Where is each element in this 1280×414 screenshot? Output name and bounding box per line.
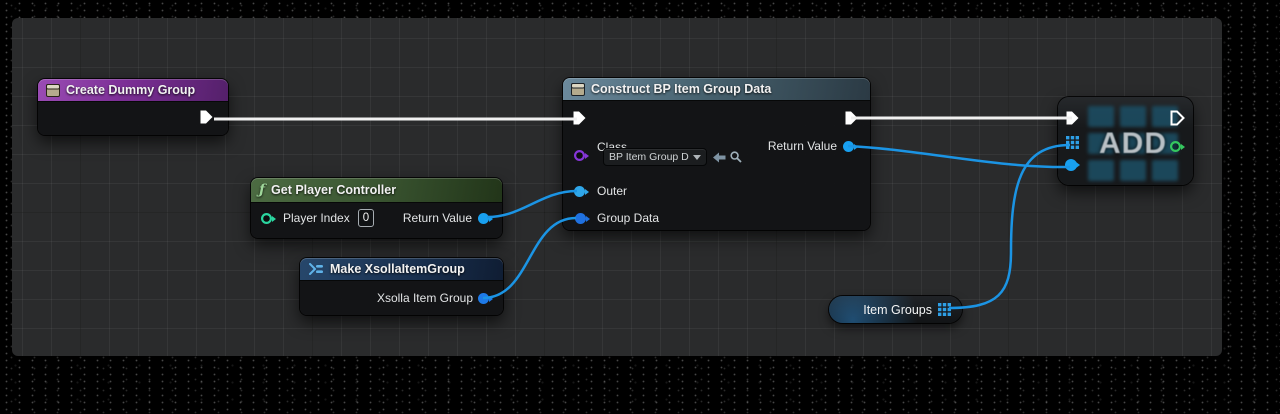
exec-in-pin[interactable]: [572, 110, 587, 126]
use-selected-arrow-icon[interactable]: [713, 152, 726, 163]
node-create-dummy-group[interactable]: Create Dummy Group: [38, 79, 228, 135]
index-out-pin[interactable]: [1170, 141, 1181, 152]
node-get-player-controller[interactable]: ƒ Get Player Controller Player Index 0 R…: [251, 178, 502, 238]
browse-magnifier-icon[interactable]: [730, 151, 742, 163]
node-title: Make XsollaItemGroup: [330, 262, 465, 276]
group-data-pin-label: Group Data: [597, 211, 659, 225]
node-header: Create Dummy Group: [38, 79, 228, 101]
group-data-pin[interactable]: [575, 213, 586, 224]
class-select-value: BP Item Group Data: [609, 151, 689, 163]
target-array-pin[interactable]: [1066, 136, 1079, 149]
exec-out-pin[interactable]: [1170, 110, 1185, 126]
xsolla-item-group-pin[interactable]: [478, 293, 489, 304]
dropdown-caret-icon: [693, 155, 701, 160]
function-icon: ƒ: [259, 182, 265, 198]
crate-icon: [571, 83, 585, 96]
player-index-label: Player Index: [283, 211, 350, 225]
player-index-pin[interactable]: [261, 213, 272, 224]
return-value-label: Return Value: [768, 139, 837, 153]
node-construct-bp-item-group-data[interactable]: Construct BP Item Group Data Class BP It…: [563, 78, 870, 230]
node-header: Make XsollaItemGroup: [300, 258, 503, 280]
exec-in-pin[interactable]: [1065, 110, 1080, 126]
make-struct-icon: [308, 263, 324, 275]
outer-pin-label: Outer: [597, 184, 627, 198]
item-groups-label: Item Groups: [863, 303, 932, 317]
return-value-pin[interactable]: [478, 213, 489, 224]
blueprint-graph-screenshot: { "graph": { "grid_bg": "#2a2b2c", "mino…: [0, 0, 1280, 414]
node-make-xsolla-item-group[interactable]: Make XsollaItemGroup Xsolla Item Group: [300, 258, 503, 315]
node-header: Construct BP Item Group Data: [563, 78, 870, 100]
node-array-add[interactable]: ADD: [1058, 97, 1193, 185]
node-title: Create Dummy Group: [66, 83, 195, 97]
add-node-title: ADD: [1088, 106, 1178, 181]
exec-out-pin[interactable]: [199, 109, 214, 125]
item-groups-array-pin[interactable]: [938, 303, 951, 316]
player-index-input[interactable]: 0: [358, 209, 374, 227]
class-pin[interactable]: [574, 150, 585, 161]
node-header: ƒ Get Player Controller: [251, 178, 502, 202]
exec-out-pin[interactable]: [844, 110, 859, 126]
node-title: Get Player Controller: [271, 183, 396, 197]
return-value-pin[interactable]: [843, 141, 854, 152]
xsolla-item-group-label: Xsolla Item Group: [377, 291, 473, 305]
crate-icon: [46, 84, 60, 97]
return-value-label: Return Value: [403, 211, 472, 225]
node-item-groups-variable[interactable]: Item Groups: [829, 296, 962, 323]
new-item-pin[interactable]: [1065, 159, 1077, 171]
class-select[interactable]: BP Item Group Data: [603, 148, 707, 166]
outer-pin[interactable]: [574, 186, 585, 197]
node-title: Construct BP Item Group Data: [591, 82, 771, 96]
